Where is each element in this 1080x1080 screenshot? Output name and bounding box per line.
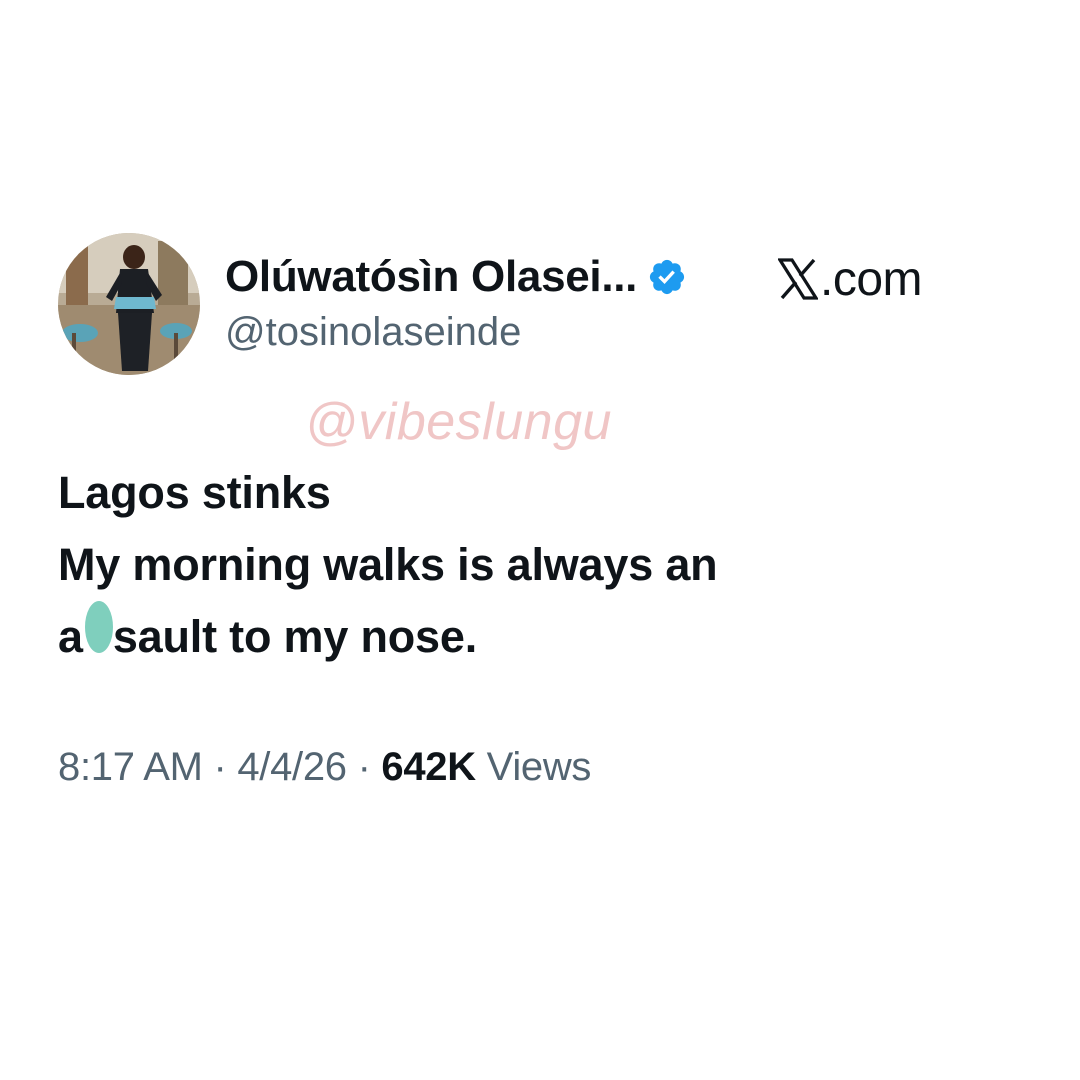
display-name[interactable]: Olúwatósìn Olasei...: [225, 252, 637, 302]
x-logo-icon: [777, 258, 819, 300]
avatar[interactable]: [58, 233, 200, 375]
tweet-line-1: Lagos stinks: [58, 467, 331, 518]
tweet-line-2: My morning walks is always an: [58, 539, 718, 590]
censor-blob-shape: [84, 601, 113, 653]
site-logo: .com: [777, 250, 923, 308]
tweet-card: Olúwatósìn Olasei... .com @tosinolaseind…: [0, 0, 1080, 1080]
tweet-meta: 8:17 AM · 4/4/26 · 642K Views: [58, 745, 591, 790]
tweet-date[interactable]: 4/4/26: [237, 745, 347, 789]
verified-badge-icon[interactable]: [647, 257, 687, 297]
censor-mark: [83, 601, 113, 653]
tweet-line-3: a sault to my nose.: [58, 601, 1018, 673]
meta-separator: ·: [346, 745, 382, 789]
avatar-photo: [58, 233, 200, 375]
user-handle[interactable]: @tosinolaseinde: [225, 310, 521, 355]
watermark: @vibeslungu: [305, 393, 612, 451]
meta-separator: ·: [202, 745, 238, 789]
tweet-time[interactable]: 8:17 AM: [58, 745, 203, 789]
author-row: Olúwatósìn Olasei...: [225, 248, 687, 306]
views-count[interactable]: 642K: [381, 745, 476, 789]
tweet-line-3-prefix: a: [58, 611, 83, 662]
site-domain-suffix: .com: [820, 252, 923, 306]
tweet-text: Lagos stinks My morning walks is always …: [58, 457, 1018, 673]
views-label: Views: [475, 745, 592, 789]
tweet-line-3-suffix: sault to my nose.: [112, 611, 478, 662]
